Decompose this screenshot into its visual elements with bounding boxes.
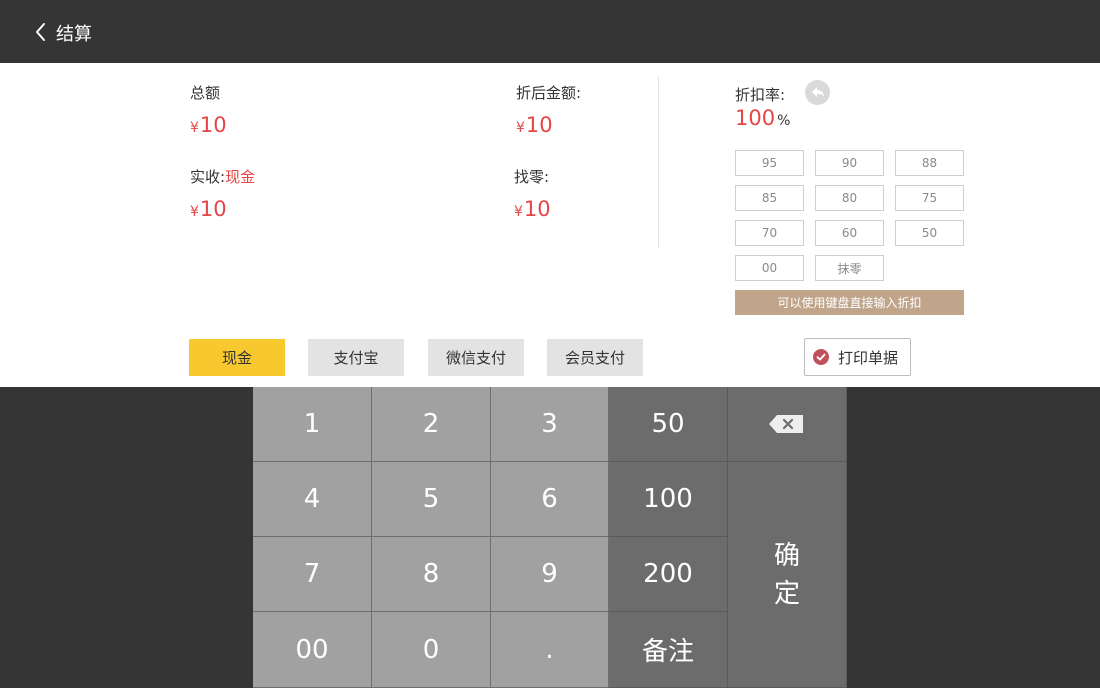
confirm-button[interactable]: 确 定 [728, 462, 847, 688]
discount-option[interactable]: 90 [815, 150, 884, 176]
key-decimal[interactable]: . [491, 612, 609, 688]
received-field: 实收:现金 ¥10 [190, 166, 255, 221]
discount-rate-number: 100 [735, 106, 776, 130]
note-key[interactable]: 备注 [609, 612, 728, 688]
key-00[interactable]: 00 [253, 612, 372, 688]
key-0[interactable]: 0 [372, 612, 491, 688]
key-3[interactable]: 3 [491, 387, 609, 462]
key-8[interactable]: 8 [372, 537, 491, 612]
pay-member-button[interactable]: 会员支付 [547, 339, 643, 376]
top-bar: 结算 [0, 0, 1100, 63]
change-field: 找零: ¥10 [514, 166, 551, 221]
change-amount: 10 [523, 197, 551, 221]
pay-wechat-button[interactable]: 微信支付 [428, 339, 524, 376]
confirm-label-bottom: 定 [773, 578, 800, 609]
vertical-divider [658, 77, 659, 247]
confirm-label-top: 确 [773, 540, 800, 571]
chevron-left-icon [36, 23, 45, 41]
discount-option[interactable]: 75 [895, 185, 964, 211]
discount-options: 95 90 88 85 80 75 70 60 50 00 抹零 [735, 150, 965, 281]
currency-symbol: ¥ [190, 120, 199, 136]
key-200[interactable]: 200 [609, 537, 728, 612]
total-value: ¥10 [190, 113, 227, 137]
received-amount: 10 [199, 197, 227, 221]
discount-option[interactable]: 50 [895, 220, 964, 246]
pay-cash-button[interactable]: 现金 [189, 339, 285, 376]
page-title: 结算 [56, 24, 92, 45]
currency-symbol: ¥ [514, 204, 523, 220]
keyboard-hint: 可以使用键盘直接输入折扣 [735, 290, 964, 315]
round-off-button[interactable]: 抹零 [815, 255, 884, 281]
discount-option[interactable]: 60 [815, 220, 884, 246]
total-label: 总额 [190, 84, 221, 102]
currency-symbol: ¥ [516, 120, 525, 136]
key-5[interactable]: 5 [372, 462, 491, 537]
received-value: ¥10 [190, 197, 255, 221]
key-9[interactable]: 9 [491, 537, 609, 612]
discount-option[interactable]: 00 [735, 255, 804, 281]
discount-option[interactable]: 80 [815, 185, 884, 211]
discounted-field: 折后金额: ¥10 [516, 82, 581, 137]
total-field: 总额 ¥10 [190, 82, 227, 137]
back-button[interactable] [28, 18, 56, 46]
key-2[interactable]: 2 [372, 387, 491, 462]
discount-rate-label: 折扣率: [735, 86, 786, 104]
currency-symbol: ¥ [190, 204, 199, 220]
discounted-amount: 10 [525, 113, 553, 137]
backspace-icon [769, 415, 803, 433]
numeric-keypad: 1 2 3 50 4 5 6 100 7 8 9 200 00 0 . 备注 确 [253, 387, 847, 688]
key-4[interactable]: 4 [253, 462, 372, 537]
check-circle-icon [813, 349, 829, 365]
discount-rate-value: 100% [735, 106, 790, 130]
discounted-label: 折后金额: [516, 84, 582, 102]
delete-key[interactable] [728, 387, 847, 462]
pay-alipay-button[interactable]: 支付宝 [308, 339, 404, 376]
undo-button[interactable] [805, 80, 830, 105]
change-label: 找零: [514, 168, 550, 186]
received-method: 现金 [225, 168, 256, 186]
key-7[interactable]: 7 [253, 537, 372, 612]
key-50[interactable]: 50 [609, 387, 728, 462]
key-1[interactable]: 1 [253, 387, 372, 462]
discount-option[interactable]: 88 [895, 150, 964, 176]
print-receipt-toggle[interactable]: 打印单据 [804, 338, 911, 376]
undo-icon [812, 87, 824, 97]
discounted-value: ¥10 [516, 113, 581, 137]
change-value: ¥10 [514, 197, 551, 221]
key-100[interactable]: 100 [609, 462, 728, 537]
discount-rate-unit: % [777, 113, 791, 129]
key-6[interactable]: 6 [491, 462, 609, 537]
total-amount: 10 [199, 113, 227, 137]
checkout-summary: 总额 ¥10 折后金额: ¥10 实收:现金 ¥10 找零: ¥10 折扣率: … [0, 63, 1100, 387]
discount-option[interactable]: 70 [735, 220, 804, 246]
received-label: 实收:现金 [190, 166, 255, 187]
discount-option[interactable]: 95 [735, 150, 804, 176]
print-receipt-label: 打印单据 [838, 348, 899, 367]
received-label-text: 实收: [190, 168, 226, 186]
keypad-area: 1 2 3 50 4 5 6 100 7 8 9 200 00 0 . 备注 确 [0, 387, 1100, 688]
confirm-label: 确 定 [774, 537, 800, 613]
discount-option[interactable]: 85 [735, 185, 804, 211]
